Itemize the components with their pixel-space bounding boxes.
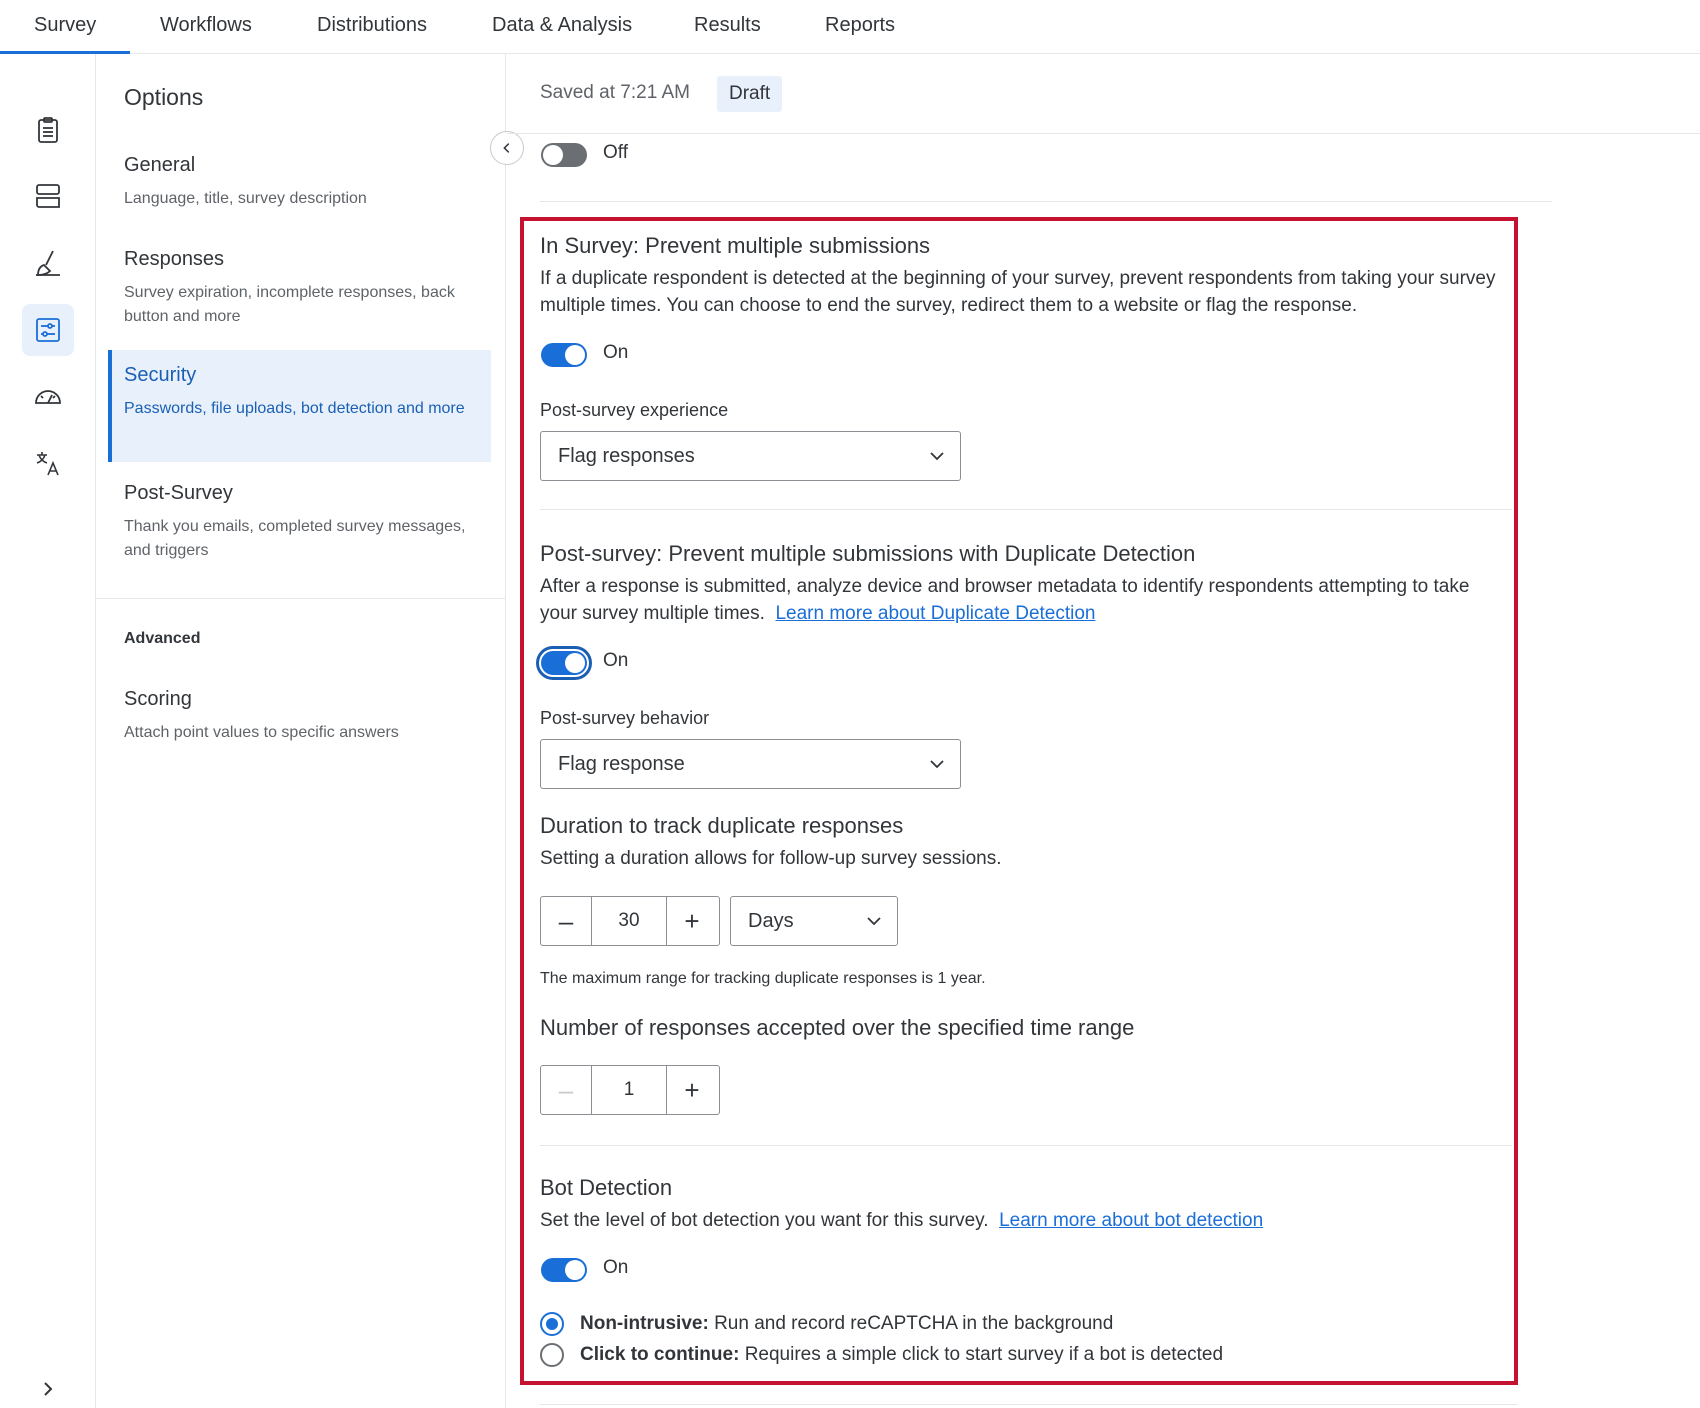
bot-detection-title: Bot Detection xyxy=(540,1175,673,1200)
duplicate-detection-link[interactable]: Learn more about Duplicate Detection xyxy=(775,603,1095,624)
duration-value[interactable]: 30 xyxy=(591,897,667,945)
divider xyxy=(540,1404,1518,1405)
bot-detection-desc: Set the level of bot detection you want … xyxy=(540,1207,1510,1234)
duration-desc: Setting a duration allows for follow-up … xyxy=(540,848,1002,869)
divider xyxy=(540,201,1552,202)
divider xyxy=(540,509,1512,510)
post-survey-desc: After a response is submitted, analyze d… xyxy=(540,573,1510,627)
select-value: Flag responses xyxy=(558,445,695,467)
select-value: Flag response xyxy=(558,753,685,775)
tab-results[interactable]: Results xyxy=(694,0,761,54)
top-nav: Survey Workflows Distributions Data & An… xyxy=(0,0,1700,54)
post-survey-behavior-label: Post-survey behavior xyxy=(540,708,710,728)
click-to-continue-label[interactable]: Click to continue: Requires a simple cli… xyxy=(580,1344,1223,1366)
post-survey-behavior-select[interactable]: Flag response xyxy=(540,739,961,789)
chevron-down-icon xyxy=(930,760,944,769)
in-survey-title: In Survey: Prevent multiple submissions xyxy=(540,233,931,258)
options-panel: Options General Language, title, survey … xyxy=(96,54,506,1408)
bot-detection-desc-text: Set the level of bot detection you want … xyxy=(540,1210,989,1231)
post-survey-toggle-label: On xyxy=(603,650,629,671)
option-desc: Survey expiration, incomplete responses,… xyxy=(124,284,455,325)
click-to-continue-radio[interactable] xyxy=(540,1343,564,1367)
duration-stepper[interactable]: – 30 + xyxy=(540,896,720,946)
post-survey-toggle[interactable] xyxy=(536,646,592,680)
divider xyxy=(540,1145,1512,1146)
option-responses[interactable]: Responses Survey expiration, incomplete … xyxy=(108,234,491,343)
option-security[interactable]: Security Passwords, file uploads, bot de… xyxy=(108,350,491,462)
option-text: Requires a simple click to start survey … xyxy=(744,1344,1224,1365)
count-value[interactable]: 1 xyxy=(591,1066,667,1114)
top-toggle[interactable] xyxy=(541,143,587,167)
duration-unit-select[interactable]: Days xyxy=(730,896,898,946)
option-desc: Language, title, survey description xyxy=(124,190,367,207)
brush-icon[interactable] xyxy=(22,237,74,289)
in-survey-toggle-label: On xyxy=(603,342,629,363)
increment-button[interactable]: + xyxy=(667,1066,717,1114)
saved-status: Saved at 7:21 AM xyxy=(540,82,690,103)
option-desc: Thank you emails, completed survey messa… xyxy=(124,518,466,559)
duration-title: Duration to track duplicate responses xyxy=(540,813,904,838)
duration-note: The maximum range for tracking duplicate… xyxy=(540,970,986,987)
option-title: Security xyxy=(124,364,197,386)
option-desc: Attach point values to specific answers xyxy=(124,724,399,741)
icon-rail xyxy=(0,54,96,1408)
post-survey-experience-select[interactable]: Flag responses xyxy=(540,431,961,481)
option-general[interactable]: General Language, title, survey descript… xyxy=(108,140,491,225)
option-title: Scoring xyxy=(124,688,192,710)
option-bold: Non-intrusive: xyxy=(580,1313,709,1334)
count-stepper[interactable]: – 1 + xyxy=(540,1065,720,1115)
advanced-heading: Advanced xyxy=(124,630,201,647)
draft-badge: Draft xyxy=(717,76,783,112)
bot-detection-toggle[interactable] xyxy=(541,1258,587,1282)
post-survey-title: Post-survey: Prevent multiple submission… xyxy=(540,541,1196,566)
option-title: Post-Survey xyxy=(124,482,233,504)
in-survey-toggle[interactable] xyxy=(541,343,587,367)
bot-detection-link[interactable]: Learn more about bot detection xyxy=(999,1210,1263,1231)
option-post-survey[interactable]: Post-Survey Thank you emails, completed … xyxy=(108,468,491,577)
option-bold: Click to continue: xyxy=(580,1344,740,1365)
in-survey-desc: If a duplicate respondent is detected at… xyxy=(540,268,1496,316)
non-intrusive-radio[interactable] xyxy=(540,1312,564,1336)
option-title: General xyxy=(124,154,196,176)
select-value: Days xyxy=(748,910,794,932)
tab-workflows[interactable]: Workflows xyxy=(160,0,252,54)
chevron-down-icon xyxy=(867,917,881,926)
chevron-right-icon[interactable] xyxy=(22,1363,74,1408)
layout-icon[interactable] xyxy=(22,170,74,222)
save-bar: Saved at 7:21 AM Draft xyxy=(507,54,1700,134)
option-desc: Passwords, file uploads, bot detection a… xyxy=(124,400,465,417)
divider xyxy=(96,598,506,599)
option-text: Run and record reCAPTCHA in the backgrou… xyxy=(714,1313,1114,1334)
increment-button[interactable]: + xyxy=(667,897,717,945)
tab-survey[interactable]: Survey xyxy=(0,0,131,54)
count-title: Number of responses accepted over the sp… xyxy=(540,1015,1135,1040)
decrement-button[interactable]: – xyxy=(541,1066,591,1114)
tab-distributions[interactable]: Distributions xyxy=(317,0,427,54)
tab-data-analysis[interactable]: Data & Analysis xyxy=(492,0,632,54)
translate-icon[interactable] xyxy=(22,437,74,489)
bot-detection-toggle-label: On xyxy=(603,1257,629,1278)
option-scoring[interactable]: Scoring Attach point values to specific … xyxy=(108,674,491,759)
clipboard-icon[interactable] xyxy=(22,104,74,156)
top-toggle-label: Off xyxy=(603,142,628,163)
non-intrusive-label[interactable]: Non-intrusive: Run and record reCAPTCHA … xyxy=(580,1313,1113,1335)
decrement-button[interactable]: – xyxy=(541,897,591,945)
option-title: Responses xyxy=(124,248,225,270)
gauge-icon[interactable] xyxy=(22,371,74,423)
post-survey-experience-label: Post-survey experience xyxy=(540,400,729,420)
survey-options-icon[interactable] xyxy=(22,304,74,356)
tab-reports[interactable]: Reports xyxy=(825,0,895,54)
options-title: Options xyxy=(124,84,204,110)
chevron-down-icon xyxy=(930,452,944,461)
